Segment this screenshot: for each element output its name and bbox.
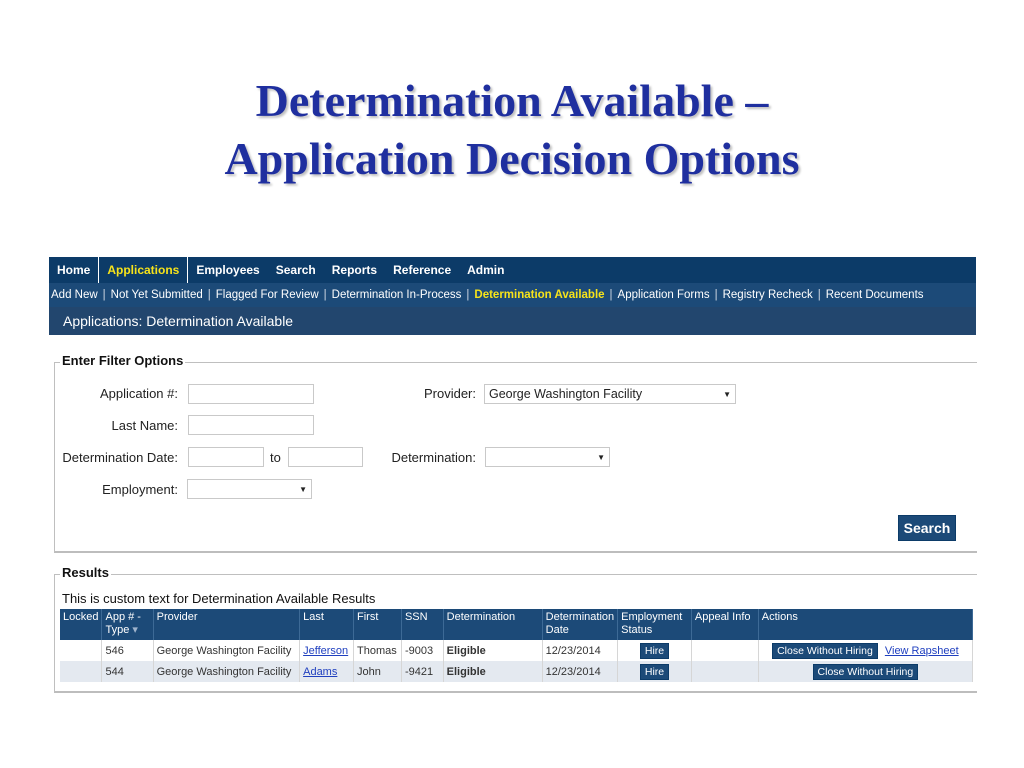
subnav-separator: | — [323, 289, 327, 301]
to-label: to — [270, 450, 281, 465]
slide-title-line2: Application Decision Options — [224, 133, 800, 184]
nav-search[interactable]: Search — [268, 257, 324, 283]
sub-nav: Add New | Not Yet Submitted | Flagged For … — [49, 283, 976, 307]
determination-date-label: Determination Date: — [62, 450, 178, 465]
cell-determination: Eligible — [443, 661, 543, 682]
nav-admin[interactable]: Admin — [459, 257, 512, 283]
employment-label: Employment: — [102, 482, 178, 497]
subnav-separator: | — [207, 289, 211, 301]
last-name-link[interactable]: Adams — [303, 666, 337, 678]
cell-locked — [60, 640, 103, 661]
subnav-determination-in-process[interactable]: Determination In-Process — [329, 289, 465, 301]
subnav-flagged-for-review[interactable]: Flagged For Review — [213, 289, 322, 301]
hire-button[interactable]: Hire — [639, 663, 670, 680]
cell-first: Thomas — [353, 640, 402, 661]
cell-ssn: -9003 — [401, 640, 444, 661]
cell-locked — [60, 661, 103, 682]
subnav-separator: | — [817, 289, 821, 301]
provider-select-value: George Washington Facility — [489, 387, 643, 401]
hire-button[interactable]: Hire — [639, 642, 670, 659]
results-table: Locked App # - Type ▾ Provider Last Firs… — [60, 609, 974, 682]
col-last: Last — [299, 609, 355, 640]
sort-icon: ▾ — [132, 624, 138, 636]
cell-provider: George Washington Facility — [153, 661, 301, 682]
subnav-not-yet-submitted[interactable]: Not Yet Submitted — [108, 289, 206, 301]
nav-reference[interactable]: Reference — [385, 257, 459, 283]
col-actions: Actions — [758, 609, 974, 640]
cell-employment-status: Hire — [617, 640, 692, 661]
results-legend: Results — [60, 565, 111, 580]
subnav-registry-recheck[interactable]: Registry Recheck — [720, 289, 816, 301]
subnav-application-forms[interactable]: Application Forms — [615, 289, 713, 301]
col-determination: Determination — [443, 609, 543, 640]
provider-select[interactable]: George Washington Facility ▼ — [484, 384, 736, 404]
cell-determination: Eligible — [443, 640, 543, 661]
close-without-hiring-button[interactable]: Close Without Hiring — [772, 642, 878, 659]
determination-label: Determination: — [391, 450, 476, 465]
filter-legend: Enter Filter Options — [60, 353, 186, 368]
cell-app: 546 — [101, 640, 154, 661]
col-provider: Provider — [153, 609, 301, 640]
col-app-type[interactable]: App # - Type ▾ — [101, 609, 154, 640]
last-name-label: Last Name: — [111, 418, 178, 433]
col-employment-status: Employment Status — [617, 609, 692, 640]
cell-appeal-info — [691, 640, 759, 661]
cell-last: Adams — [299, 661, 355, 682]
slide-title: Determination Available – Application De… — [0, 72, 1024, 188]
last-name-input[interactable] — [188, 415, 314, 435]
cell-first: John — [353, 661, 402, 682]
col-ssn: SSN — [401, 609, 444, 640]
nav-home[interactable]: Home — [49, 257, 98, 283]
page-title: Applications: Determination Available — [49, 307, 976, 335]
cell-provider: George Washington Facility — [153, 640, 301, 661]
slide-title-line1: Determination Available – — [255, 75, 769, 126]
application-number-label: Application #: — [99, 386, 178, 401]
cell-app: 544 — [101, 661, 154, 682]
determination-select[interactable]: ▼ — [485, 447, 610, 467]
nav-applications[interactable]: Applications — [98, 257, 189, 283]
subnav-separator: | — [102, 289, 106, 301]
determination-date-to-input[interactable] — [288, 447, 363, 467]
cell-last: Jefferson — [299, 640, 355, 661]
chevron-down-icon: ▼ — [299, 484, 307, 494]
view-rapsheet-link[interactable]: View Rapsheet — [885, 645, 959, 657]
cell-ssn: -9421 — [401, 661, 444, 682]
subnav-separator: | — [714, 289, 718, 301]
col-first: First — [353, 609, 402, 640]
col-locked: Locked — [60, 609, 103, 640]
results-custom-text: This is custom text for Determination Av… — [62, 591, 376, 606]
cell-employment-status: Hire — [617, 661, 692, 682]
application-number-input[interactable] — [188, 384, 314, 404]
search-button[interactable]: Search — [898, 515, 956, 541]
col-appeal-info: Appeal Info — [691, 609, 759, 640]
subnav-determination-available[interactable]: Determination Available — [471, 289, 607, 301]
cell-actions: Close Without Hiring View Rapsheet — [758, 640, 974, 661]
cell-appeal-info — [691, 661, 759, 682]
close-without-hiring-button[interactable]: Close Without Hiring — [812, 663, 919, 680]
last-name-link[interactable]: Jefferson — [303, 645, 348, 657]
employment-select[interactable]: ▼ — [187, 479, 312, 499]
app-header: Home Applications Employees Search Repor… — [49, 257, 976, 335]
table-header-row: Locked App # - Type ▾ Provider Last Firs… — [60, 609, 974, 640]
table-row: 546 George Washington Facility Jefferson… — [60, 640, 974, 661]
provider-label: Provider: — [423, 386, 476, 401]
col-determination-date: Determination Date — [542, 609, 619, 640]
chevron-down-icon: ▼ — [597, 452, 605, 462]
top-nav: Home Applications Employees Search Repor… — [49, 257, 976, 283]
table-row: 544 George Washington Facility Adams Joh… — [60, 661, 974, 682]
cell-determination-date: 12/23/2014 — [542, 640, 619, 661]
subnav-separator: | — [609, 289, 613, 301]
determination-date-from-input[interactable] — [188, 447, 264, 467]
chevron-down-icon: ▼ — [723, 389, 731, 399]
cell-actions: Close Without Hiring — [758, 661, 974, 682]
cell-determination-date: 12/23/2014 — [542, 661, 619, 682]
subnav-separator: | — [466, 289, 470, 301]
nav-employees[interactable]: Employees — [188, 257, 267, 283]
nav-reports[interactable]: Reports — [324, 257, 385, 283]
subnav-recent-documents[interactable]: Recent Documents — [823, 289, 927, 301]
subnav-add-new[interactable]: Add New — [49, 289, 101, 301]
